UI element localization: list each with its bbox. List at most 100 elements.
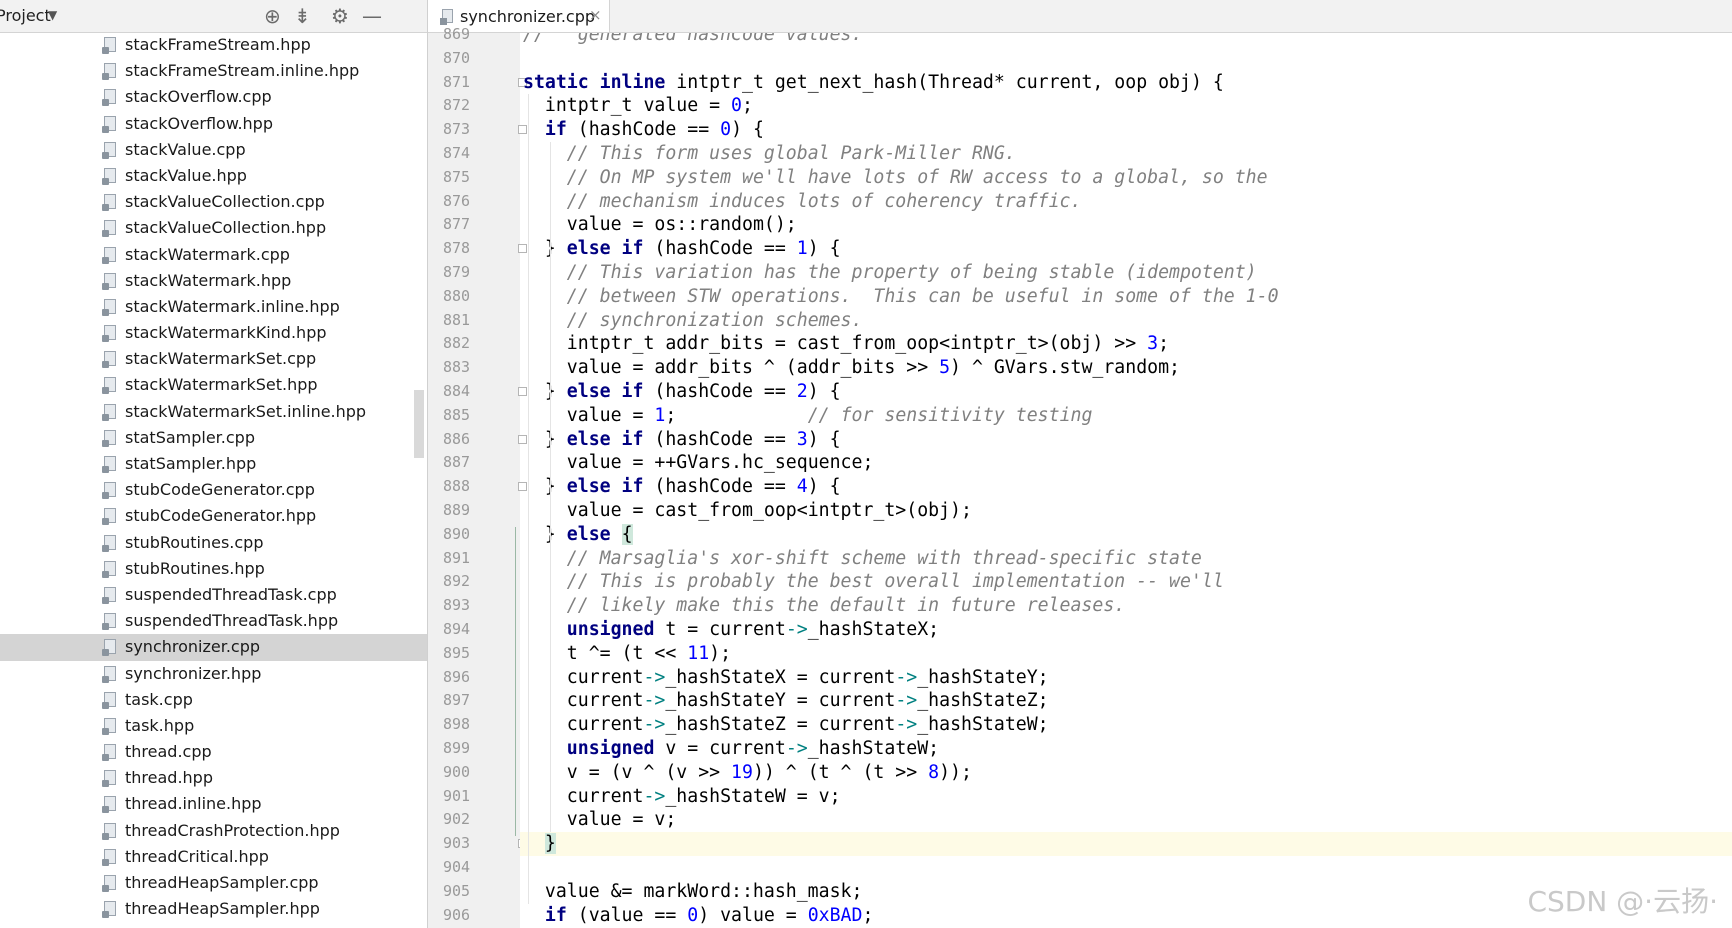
project-scrollbar[interactable] bbox=[414, 390, 424, 458]
code-token: ) ^ GVars.stw_random; bbox=[950, 357, 1180, 379]
gutter-line: 870 bbox=[428, 47, 520, 71]
code-line[interactable]: // mechanism induces lots of coherency t… bbox=[520, 190, 1732, 214]
code-token: current bbox=[566, 714, 644, 736]
code-line[interactable]: unsigned t = current->_hashStateX; bbox=[520, 618, 1732, 642]
file-tree-item[interactable]: threadHeapSampler.cpp bbox=[0, 870, 427, 896]
file-tree-item[interactable]: thread.inline.hpp bbox=[0, 791, 427, 817]
file-tree-item[interactable]: thread.cpp bbox=[0, 739, 427, 765]
chevron-down-icon[interactable]: ▼ bbox=[48, 8, 57, 22]
collapse-icon[interactable]: ⇟ bbox=[294, 4, 311, 28]
code-line[interactable]: intptr_t addr_bits = cast_from_oop<intpt… bbox=[520, 332, 1732, 356]
line-number: 891 bbox=[443, 548, 471, 567]
code-line[interactable]: unsigned v = current->_hashStateW; bbox=[520, 737, 1732, 761]
code-line[interactable]: intptr_t value = 0; bbox=[520, 94, 1732, 118]
file-tree-item[interactable]: statSampler.cpp bbox=[0, 425, 427, 451]
code-line[interactable]: value = cast_from_oop<intptr_t>(obj); bbox=[520, 499, 1732, 523]
code-line[interactable]: current->_hashStateX = current->_hashSta… bbox=[520, 666, 1732, 690]
file-tree-item[interactable]: stubRoutines.hpp bbox=[0, 556, 427, 582]
code-line[interactable]: static inline intptr_t get_next_hash(Thr… bbox=[520, 71, 1732, 95]
code-line[interactable]: } bbox=[520, 832, 1732, 856]
file-tree-item[interactable]: stackFrameStream.hpp bbox=[0, 32, 427, 58]
gutter-line: 878 bbox=[428, 237, 527, 261]
file-tree-item[interactable]: suspendedThreadTask.hpp bbox=[0, 608, 427, 634]
code-line[interactable]: // This variation has the property of be… bbox=[520, 261, 1732, 285]
file-tree-item[interactable]: stackWatermarkSet.inline.hpp bbox=[0, 399, 427, 425]
file-tree-item[interactable]: stackWatermark.cpp bbox=[0, 242, 427, 268]
code-editor[interactable]: // generated hashCode values: static inli… bbox=[520, 33, 1732, 928]
header-file-icon bbox=[102, 63, 116, 81]
code-line[interactable]: value = v; bbox=[520, 808, 1732, 832]
line-number: 897 bbox=[443, 691, 471, 710]
file-tree-item[interactable]: stackOverflow.cpp bbox=[0, 84, 427, 110]
gutter-line: 888 bbox=[428, 475, 527, 499]
file-tree-item[interactable]: stackFrameStream.inline.hpp bbox=[0, 58, 427, 84]
code-line[interactable]: current->_hashStateY = current->_hashSta… bbox=[520, 689, 1732, 713]
file-name: stackWatermark.inline.hpp bbox=[125, 296, 340, 316]
code-line[interactable]: // between STW operations. This can be u… bbox=[520, 285, 1732, 309]
minimize-icon[interactable]: — bbox=[362, 4, 382, 28]
gutter-line: 892 bbox=[428, 570, 520, 594]
code-line[interactable]: t ^= (t << 11); bbox=[520, 642, 1732, 666]
file-tree-item[interactable]: synchronizer.hpp bbox=[0, 661, 427, 687]
code-line[interactable]: // This is probably the best overall imp… bbox=[520, 570, 1732, 594]
file-tree-item[interactable]: stackWatermark.hpp bbox=[0, 268, 427, 294]
line-number: 902 bbox=[443, 810, 471, 829]
code-line[interactable]: } else if (hashCode == 1) { bbox=[520, 237, 1732, 261]
file-name: stackFrameStream.inline.hpp bbox=[125, 61, 360, 81]
code-line[interactable]: // synchronization schemes. bbox=[520, 309, 1732, 333]
file-tree-item[interactable]: task.hpp bbox=[0, 713, 427, 739]
file-tree-item[interactable]: threadCrashProtection.hpp bbox=[0, 818, 427, 844]
line-number: 872 bbox=[443, 96, 471, 115]
file-tree-item[interactable]: stackWatermarkKind.hpp bbox=[0, 320, 427, 346]
code-line[interactable]: } else if (hashCode == 3) { bbox=[520, 428, 1732, 452]
file-tree-item[interactable]: stackWatermarkSet.hpp bbox=[0, 372, 427, 398]
header-file-icon bbox=[102, 220, 116, 238]
header-file-icon bbox=[102, 377, 116, 395]
file-tree-item[interactable]: stackValue.hpp bbox=[0, 163, 427, 189]
code-line[interactable]: // likely make this the default in futur… bbox=[520, 594, 1732, 618]
line-number: 887 bbox=[443, 453, 471, 472]
code-token: value = os::random(); bbox=[566, 214, 797, 236]
code-token: } bbox=[544, 238, 567, 260]
code-line[interactable]: } else { bbox=[520, 523, 1732, 547]
code-line[interactable]: // Marsaglia's xor-shift scheme with thr… bbox=[520, 547, 1732, 571]
code-line[interactable]: value = ++GVars.hc_sequence; bbox=[520, 451, 1732, 475]
code-line[interactable]: value = addr_bits ^ (addr_bits >> 5) ^ G… bbox=[520, 356, 1732, 380]
code-line[interactable]: } else if (hashCode == 4) { bbox=[520, 475, 1732, 499]
file-tree-item[interactable]: stackWatermark.inline.hpp bbox=[0, 294, 427, 320]
file-tree-item[interactable]: stubCodeGenerator.cpp bbox=[0, 477, 427, 503]
code-line[interactable]: value = os::random(); bbox=[520, 213, 1732, 237]
code-line[interactable] bbox=[520, 47, 1732, 71]
code-line[interactable]: // generated hashCode values: bbox=[520, 33, 1732, 47]
file-tree-item[interactable]: threadCritical.hpp bbox=[0, 844, 427, 870]
code-line[interactable]: if (hashCode == 0) { bbox=[520, 118, 1732, 142]
file-tree-item[interactable]: synchronizer.cpp bbox=[0, 634, 427, 661]
locate-icon[interactable]: ⊕ bbox=[264, 4, 281, 28]
gear-icon[interactable]: ⚙ bbox=[331, 4, 349, 28]
file-tree-item[interactable]: stackValueCollection.cpp bbox=[0, 189, 427, 215]
code-line[interactable]: v = (v ^ (v >> 19)) ^ (t ^ (t >> 8)); bbox=[520, 761, 1732, 785]
gutter-line: 901 bbox=[428, 785, 520, 809]
code-line[interactable]: current->_hashStateW = v; bbox=[520, 785, 1732, 809]
file-tree-item[interactable]: stackValueCollection.hpp bbox=[0, 215, 427, 241]
file-tree-item[interactable]: suspendedThreadTask.cpp bbox=[0, 582, 427, 608]
code-token: _hashStateW; bbox=[917, 714, 1049, 736]
file-tree-item[interactable]: stubCodeGenerator.hpp bbox=[0, 503, 427, 529]
file-tree-item[interactable]: statSampler.hpp bbox=[0, 451, 427, 477]
code-line[interactable]: // On MP system we'll have lots of RW ac… bbox=[520, 166, 1732, 190]
file-tree-item[interactable]: task.cpp bbox=[0, 687, 427, 713]
code-line[interactable]: // This form uses global Park-Miller RNG… bbox=[520, 142, 1732, 166]
file-tree-item[interactable]: stubRoutines.cpp bbox=[0, 530, 427, 556]
code-line[interactable]: current->_hashStateZ = current->_hashSta… bbox=[520, 713, 1732, 737]
file-tree-item[interactable]: stackWatermarkSet.cpp bbox=[0, 346, 427, 372]
code-line[interactable]: } else if (hashCode == 2) { bbox=[520, 380, 1732, 404]
gutter-line: 891 bbox=[428, 547, 520, 571]
file-tree-item[interactable]: thread.hpp bbox=[0, 765, 427, 791]
code-line[interactable] bbox=[520, 856, 1732, 880]
file-tree-item[interactable]: threadHeapSampler.hpp bbox=[0, 896, 427, 922]
code-line[interactable]: value = 1; // for sensitivity testing bbox=[520, 404, 1732, 428]
close-icon[interactable]: × bbox=[589, 6, 602, 24]
file-tree-item[interactable]: stackOverflow.hpp bbox=[0, 111, 427, 137]
project-panel-title[interactable]: Project bbox=[0, 6, 51, 25]
file-tree-item[interactable]: stackValue.cpp bbox=[0, 137, 427, 163]
